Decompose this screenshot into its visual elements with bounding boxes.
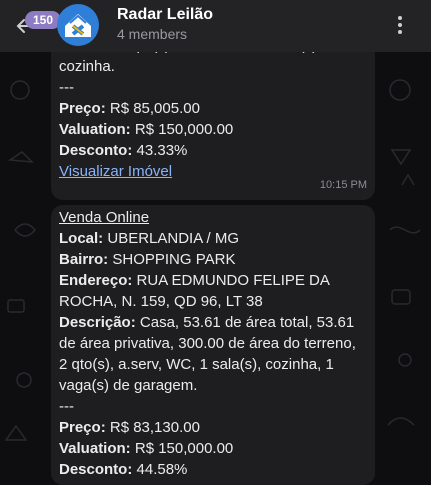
member-count: 4 members [117, 26, 188, 42]
price-value: R$ 83,130.00 [109, 419, 200, 436]
discount-label: Desconto: [59, 461, 133, 478]
view-property-link[interactable]: Visualizar Imóvel [59, 163, 172, 180]
valuation-value: R$ 150,000.00 [134, 121, 234, 138]
local-label: Local: [59, 230, 104, 247]
discount-row: Desconto: 44.58% [59, 459, 367, 480]
endereco-row: Endereço: RUA EDMUNDO FELIPE DA ROCHA, N… [59, 270, 367, 312]
menu-button[interactable] [389, 14, 411, 36]
bairro-label: Bairro: [59, 251, 109, 268]
separator: --- [59, 398, 74, 415]
message-timestamp: 10:15 PM [319, 179, 367, 191]
valuation-value: R$ 150,000.00 [134, 440, 234, 457]
kebab-menu-icon [398, 16, 402, 34]
avatar[interactable] [57, 4, 99, 46]
chat-header: 150 Radar Leilão 4 members [0, 0, 431, 52]
local-row: Local: UBERLANDIA / MG [59, 228, 367, 249]
unread-count-badge: 150 [25, 11, 61, 29]
message-bubble: Venda Online Local: UBERLANDIA / MG Bair… [51, 205, 375, 485]
valuation-row: Valuation: R$ 150,000.00 [59, 438, 367, 459]
price-row: Preço: R$ 83,130.00 [59, 417, 367, 438]
price-label: Preço: [59, 419, 106, 436]
price-row: Preço: R$ 85,005.00 [59, 98, 367, 119]
valuation-label: Valuation: [59, 440, 131, 457]
descricao-label: Descrição: [59, 314, 136, 331]
discount-value: 43.33% [136, 142, 188, 159]
price-value: R$ 85,005.00 [109, 100, 200, 117]
local-value: UBERLANDIA / MG [107, 230, 240, 247]
bairro-row: Bairro: SHOPPING PARK [59, 249, 367, 270]
separator: --- [59, 79, 74, 96]
house-logo-icon [65, 14, 91, 37]
discount-label: Desconto: [59, 142, 133, 159]
back-button[interactable]: 150 [8, 10, 61, 42]
discount-row: Desconto: 43.33% [59, 140, 367, 161]
valuation-label: Valuation: [59, 121, 131, 138]
chat-title[interactable]: Radar Leilão [117, 6, 213, 24]
sale-type-link[interactable]: Venda Online [59, 209, 149, 226]
price-label: Preço: [59, 100, 106, 117]
descricao-row: Descrição: Casa, 53.61 de área total, 53… [59, 312, 367, 396]
discount-value: 44.58% [136, 461, 188, 478]
bairro-value: SHOPPING PARK [112, 251, 236, 268]
valuation-row: Valuation: R$ 150,000.00 [59, 119, 367, 140]
endereco-label: Endereço: [59, 272, 133, 289]
